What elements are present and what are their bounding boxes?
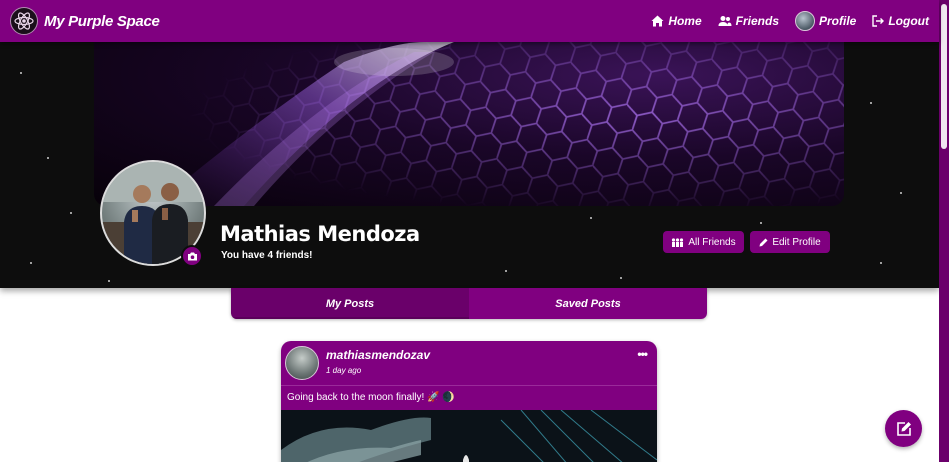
all-friends-label: All Friends (688, 236, 736, 248)
nav-logout[interactable]: Logout (872, 14, 929, 28)
star (620, 277, 622, 279)
star (900, 192, 902, 194)
star (47, 157, 49, 159)
post-image[interactable] (281, 410, 657, 462)
star (70, 212, 72, 214)
scrollbar-thumb[interactable] (941, 4, 947, 149)
cover-image (94, 42, 844, 206)
nav-profile-label: Profile (819, 14, 857, 28)
star (30, 262, 32, 264)
post-avatar[interactable] (285, 346, 319, 380)
post-card: mathiasmendozav 1 day ago ••• Going back… (281, 341, 657, 462)
brand[interactable]: My Purple Space (10, 7, 160, 35)
new-post-button[interactable] (885, 410, 922, 447)
friends-count: You have 4 friends! (221, 250, 313, 261)
nav-friends-label: Friends (735, 14, 779, 28)
brand-name: My Purple Space (44, 12, 160, 30)
tab-my-posts[interactable]: My Posts (231, 288, 469, 319)
page-scrollbar[interactable] (939, 0, 949, 462)
profile-name: Mathias Mendoza (220, 222, 420, 246)
tab-saved-posts[interactable]: Saved Posts (469, 288, 707, 319)
nav-friends[interactable]: Friends (718, 14, 779, 28)
post-timestamp: 1 day ago (326, 366, 362, 375)
atom-logo-icon (10, 7, 38, 35)
navbar: My Purple Space Home Friends Profile Log… (0, 0, 939, 42)
nav-home-label: Home (668, 14, 702, 28)
post-text: Going back to the moon finally! 🚀 🌒 (287, 392, 455, 403)
star (870, 102, 872, 104)
post-divider (281, 385, 657, 386)
profile-header: Mathias Mendoza You have 4 friends! All … (0, 42, 939, 288)
edit-profile-button[interactable]: Edit Profile (750, 231, 830, 253)
nav-logout-label: Logout (888, 14, 929, 28)
logout-icon (872, 15, 885, 27)
star (590, 217, 592, 219)
star (760, 222, 762, 224)
nav-home[interactable]: Home (651, 14, 702, 28)
pencil-icon (759, 238, 768, 246)
nav-profile[interactable]: Profile (795, 11, 856, 31)
avatar (795, 11, 815, 31)
all-friends-button[interactable]: All Friends (663, 231, 744, 253)
post-username[interactable]: mathiasmendozav (326, 348, 430, 362)
camera-icon (187, 252, 197, 260)
post-menu-button[interactable]: ••• (637, 347, 648, 361)
star (108, 280, 110, 282)
friends-icon (718, 16, 732, 26)
nav-links: Home Friends Profile Logout (651, 11, 929, 31)
friends-group-icon (672, 237, 684, 247)
home-icon (651, 15, 664, 27)
star (505, 270, 507, 272)
edit-icon (896, 421, 911, 436)
star (20, 72, 22, 74)
star (880, 262, 882, 264)
change-photo-button[interactable] (181, 245, 203, 267)
edit-profile-label: Edit Profile (772, 236, 821, 248)
post-tabs: My Posts Saved Posts (231, 288, 707, 319)
